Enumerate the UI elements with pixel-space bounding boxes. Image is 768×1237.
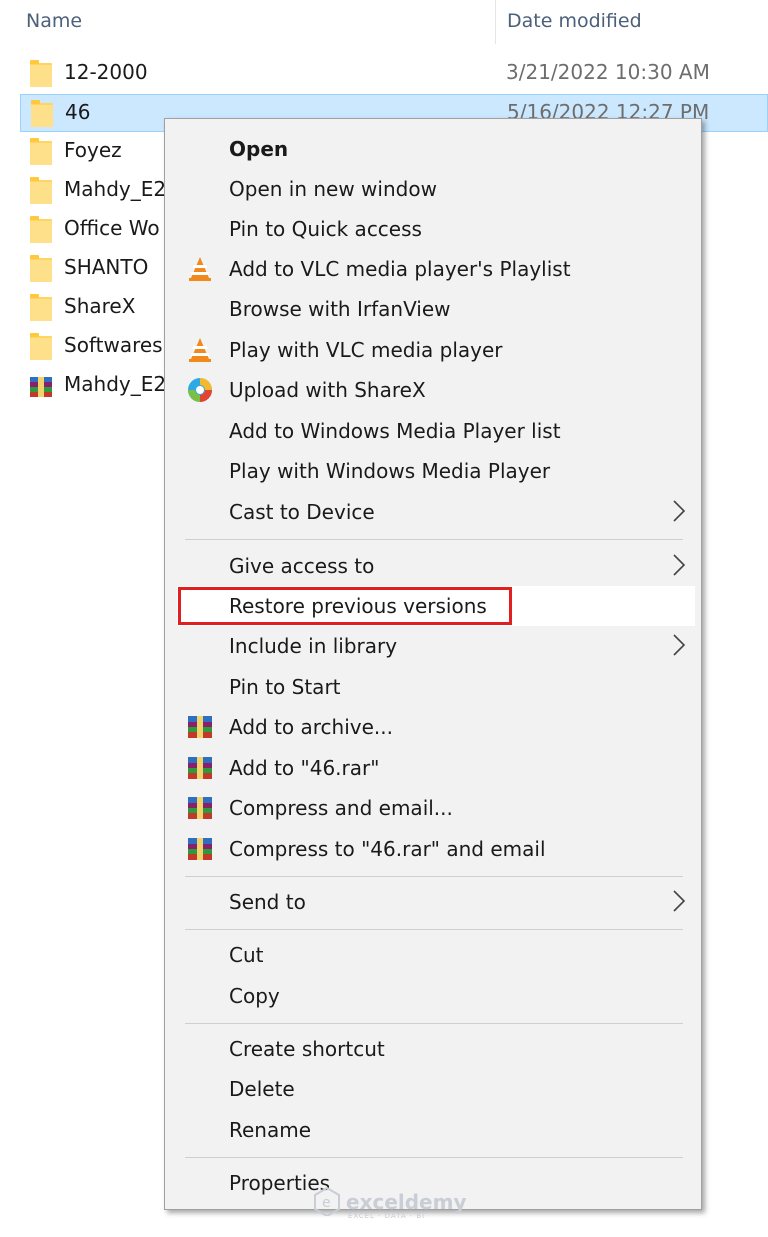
menu-item-irfanview[interactable]: Browse with IrfanView: [177, 289, 695, 329]
menu-item-label: Cut: [229, 943, 264, 967]
file-name: Office Wo: [64, 216, 160, 240]
sort-caret-icon[interactable]: ⌃: [247, 0, 260, 9]
file-row[interactable]: 12-2000 3/21/2022 10:30 AM: [20, 55, 768, 93]
menu-item-vlc-playlist[interactable]: Add to VLC media player's Playlist: [177, 249, 695, 289]
menu-separator: [185, 539, 683, 540]
menu-item-label: Add to VLC media player's Playlist: [229, 257, 571, 281]
menu-item-send-to[interactable]: Send to: [177, 882, 695, 922]
watermark-subtext: EXCEL · DATA · BI: [348, 1212, 426, 1220]
winrar-archive-icon: [30, 375, 52, 399]
menu-item-compress-and-email[interactable]: Compress and email...: [177, 788, 695, 828]
watermark-logo: e exceldemy EXCEL · DATA · BI: [312, 1186, 467, 1220]
svg-text:e: e: [322, 1195, 331, 1211]
menu-item-label: Cast to Device: [229, 500, 375, 524]
context-menu: Open Open in new window Pin to Quick acc…: [164, 118, 702, 1210]
menu-item-give-access[interactable]: Give access to: [177, 546, 695, 586]
menu-item-add-to-archive[interactable]: Add to archive...: [177, 707, 695, 747]
menu-item-compress-46-rar-email[interactable]: Compress to "46.rar" and email: [177, 829, 695, 869]
column-divider[interactable]: [495, 0, 496, 44]
file-name: Softwares: [64, 333, 163, 357]
name-column-header[interactable]: Name: [26, 10, 82, 32]
file-name: ShareX: [64, 294, 136, 318]
watermark-text: exceldemy: [346, 1190, 467, 1214]
file-name: SHANTO: [64, 255, 149, 279]
menu-item-sharex-upload[interactable]: Upload with ShareX: [177, 370, 695, 410]
menu-item-label: Browse with IrfanView: [229, 297, 451, 321]
menu-separator: [185, 1023, 683, 1024]
menu-item-add-wmp-list[interactable]: Add to Windows Media Player list: [177, 411, 695, 451]
menu-item-label: Copy: [229, 984, 280, 1008]
menu-item-open[interactable]: Open: [177, 129, 695, 169]
menu-item-delete[interactable]: Delete: [177, 1069, 695, 1109]
folder-icon: [30, 138, 52, 165]
menu-item-label: Create shortcut: [229, 1037, 385, 1061]
menu-item-label: Compress to "46.rar" and email: [229, 837, 546, 861]
folder-icon: [30, 255, 52, 282]
date-modified-column-header[interactable]: Date modified: [507, 10, 642, 32]
menu-item-play-wmp[interactable]: Play with Windows Media Player: [177, 451, 695, 491]
menu-item-copy[interactable]: Copy: [177, 976, 695, 1016]
chevron-right-icon: [673, 634, 686, 656]
vlc-icon: [187, 337, 213, 363]
menu-item-label: Include in library: [229, 634, 398, 658]
menu-item-label: Add to "46.rar": [229, 756, 380, 780]
chevron-right-icon: [673, 554, 686, 576]
menu-item-cut[interactable]: Cut: [177, 935, 695, 975]
menu-item-label: Open in new window: [229, 177, 437, 201]
menu-item-label: Add to archive...: [229, 715, 393, 739]
folder-icon: [30, 216, 52, 243]
menu-item-cast-to-device[interactable]: Cast to Device: [177, 492, 695, 532]
menu-separator: [185, 1157, 683, 1158]
menu-item-rename[interactable]: Rename: [177, 1110, 695, 1150]
winrar-icon: [187, 755, 213, 781]
menu-item-include-in-library[interactable]: Include in library: [177, 626, 695, 666]
menu-item-open-new-window[interactable]: Open in new window: [177, 169, 695, 209]
folder-icon: [30, 177, 52, 204]
annotation-highlight-box: [178, 587, 512, 625]
menu-item-label: Play with Windows Media Player: [229, 459, 551, 483]
menu-item-play-vlc[interactable]: Play with VLC media player: [177, 330, 695, 370]
menu-item-label: Send to: [229, 890, 306, 914]
folder-icon: [30, 60, 52, 87]
folder-icon: [30, 333, 52, 360]
menu-item-label: Delete: [229, 1077, 295, 1101]
folder-icon: [31, 100, 53, 127]
file-name: 12-2000: [64, 60, 148, 84]
exceldemy-logo-icon: e: [314, 1186, 340, 1218]
menu-item-label: Add to Windows Media Player list: [229, 419, 561, 443]
file-name: Foyez: [64, 138, 122, 162]
menu-item-create-shortcut[interactable]: Create shortcut: [177, 1029, 695, 1069]
menu-item-pin-quick-access[interactable]: Pin to Quick access: [177, 209, 695, 249]
winrar-icon: [187, 836, 213, 862]
file-name: Mahdy_E2: [64, 372, 167, 396]
menu-item-label: Give access to: [229, 554, 375, 578]
file-name: Mahdy_E2: [64, 177, 167, 201]
menu-item-label: Rename: [229, 1118, 312, 1142]
column-header: ⌃ Name Date modified: [0, 0, 768, 44]
menu-item-pin-to-start[interactable]: Pin to Start: [177, 667, 695, 707]
menu-separator: [185, 876, 683, 877]
menu-item-label: Pin to Quick access: [229, 217, 422, 241]
menu-item-add-to-46-rar[interactable]: Add to "46.rar": [177, 748, 695, 788]
vlc-icon: [187, 256, 213, 282]
menu-item-label: Open: [229, 137, 289, 161]
chevron-right-icon: [673, 890, 686, 912]
winrar-icon: [187, 795, 213, 821]
chevron-right-icon: [673, 500, 686, 522]
winrar-icon: [187, 714, 213, 740]
file-name: 46: [65, 100, 91, 124]
menu-item-label: Pin to Start: [229, 675, 341, 699]
folder-icon: [30, 294, 52, 321]
file-date: 3/21/2022 10:30 AM: [506, 60, 710, 84]
menu-item-label: Compress and email...: [229, 796, 453, 820]
menu-item-label: Play with VLC media player: [229, 338, 503, 362]
menu-item-label: Upload with ShareX: [229, 378, 426, 402]
menu-separator: [185, 929, 683, 930]
sharex-icon: [187, 377, 213, 403]
